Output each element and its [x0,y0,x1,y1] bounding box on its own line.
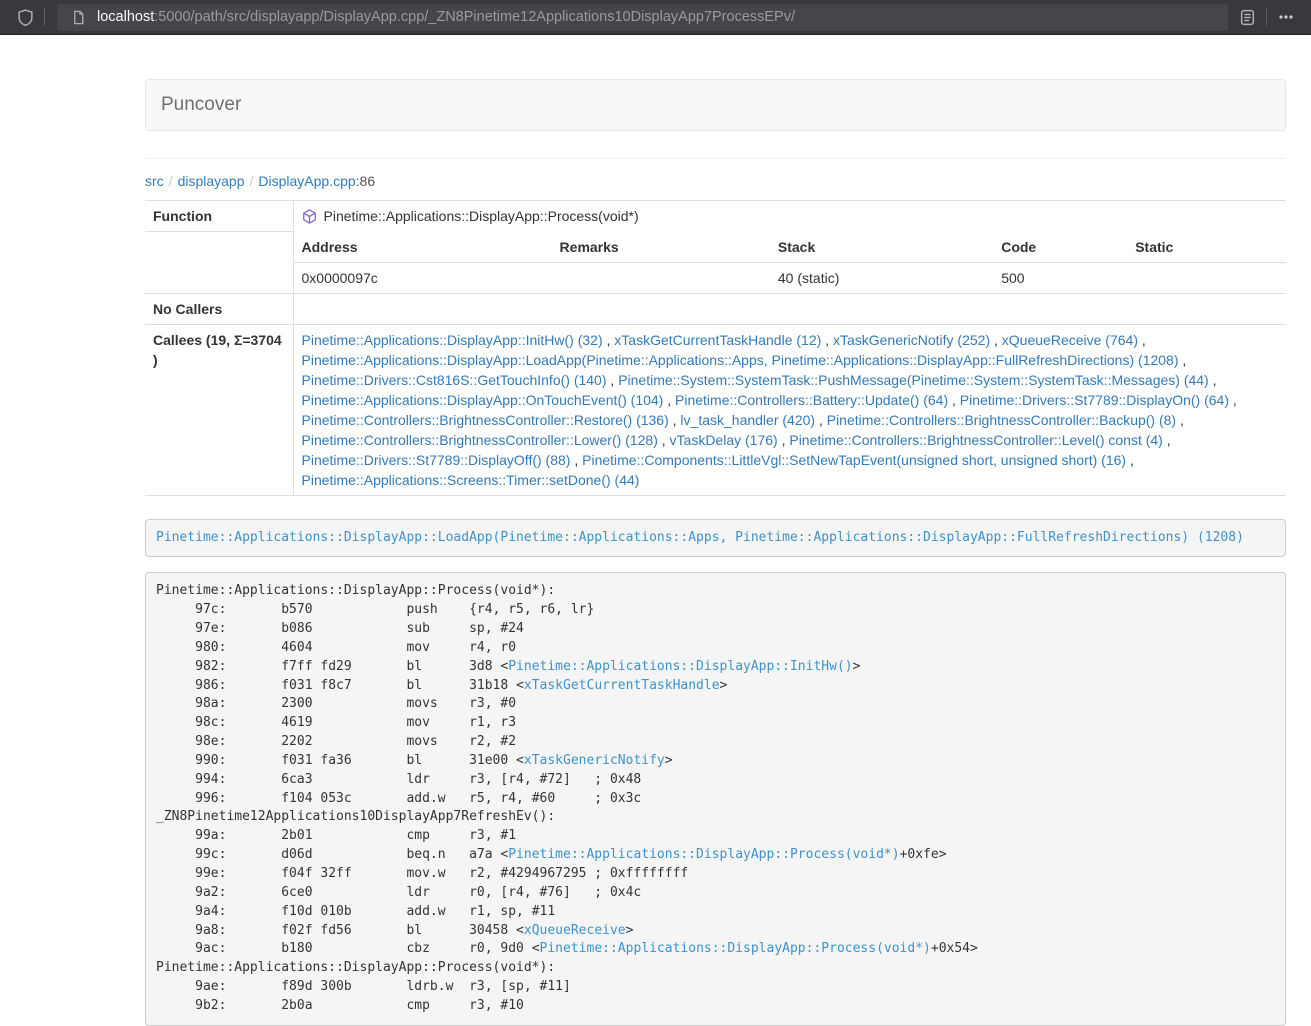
breadcrumb-line-number: :86 [356,173,375,189]
callee-link[interactable]: Pinetime::Applications::Screens::Timer::… [302,472,640,488]
metrics-label-empty [145,232,293,294]
function-label: Function [145,201,293,232]
divider-rule [145,158,1286,159]
metrics-cell: Address Remarks Stack Code Static 0x0000… [293,232,1286,294]
function-name: Pinetime::Applications::DisplayApp::Proc… [324,208,639,224]
no-callers-row: No Callers [145,293,1286,324]
callee-link[interactable]: Pinetime::Components::LittleVgl::SetNewT… [582,452,1126,468]
callee-link[interactable]: lv_task_handler (420) [680,412,815,428]
toolbar-divider-2 [1266,8,1267,26]
callee-separator: , [1138,332,1146,348]
breadcrumb-separator: / [164,173,178,189]
reader-mode-icon[interactable] [1234,4,1260,30]
breadcrumb: src/displayapp/DisplayApp.cpp:86 [145,173,1286,189]
metrics-row: Address Remarks Stack Code Static 0x0000… [145,232,1286,294]
callee-separator: , [990,332,1002,348]
remarks-value [552,262,770,293]
breadcrumb-src[interactable]: src [145,173,164,189]
callee-separator: , [821,332,833,348]
function-table: Function Pinetime::Applications::Display… [145,200,1286,496]
callee-link[interactable]: Pinetime::Drivers::St7789::DisplayOn() (… [960,392,1229,408]
callee-link[interactable]: xTaskGenericNotify (252) [833,332,990,348]
callee-separator: , [1176,412,1184,428]
callee-separator: , [1126,452,1134,468]
callee-separator: , [948,392,960,408]
assembly-symbol-link[interactable]: xQueueReceive [524,923,626,938]
page-container: Puncover src/displayapp/DisplayApp.cpp:8… [145,79,1286,1026]
assembly-code: Pinetime::Applications::DisplayApp::Proc… [145,572,1286,1025]
url-text: localhost:5000/path/src/displayapp/Displ… [97,9,795,25]
callee-separator: , [815,412,827,428]
url-path: :5000/path/src/displayapp/DisplayApp.cpp… [154,9,795,25]
brand-link[interactable]: Puncover [161,94,241,116]
address-value: 0x0000097c [294,262,552,293]
code-size-value: 500 [993,262,1127,293]
metrics-value-row: 0x0000097c 40 (static) 500 [294,262,1287,293]
callee-separator: , [658,432,670,448]
shield-icon[interactable] [12,4,38,30]
assembly-symbol-link[interactable]: Pinetime::Applications::DisplayApp::Proc… [540,941,931,956]
callee-link[interactable]: Pinetime::Applications::DisplayApp::Load… [302,352,1179,368]
callee-link[interactable]: vTaskDelay (176) [670,432,778,448]
static-value [1127,262,1286,293]
breadcrumb-separator: / [245,173,259,189]
callee-link[interactable]: Pinetime::Drivers::St7789::DisplayOff() … [302,452,571,468]
callee-link[interactable]: Pinetime::Controllers::BrightnessControl… [302,432,658,448]
function-row: Function Pinetime::Applications::Display… [145,201,1286,232]
callee-separator: , [1178,352,1186,368]
callee-link[interactable]: Pinetime::Controllers::BrightnessControl… [789,432,1162,448]
stack-value: 40 (static) [770,262,993,293]
toolbar-divider [44,8,45,26]
symbol-cube-icon [302,209,317,224]
callee-link[interactable]: Pinetime::Controllers::BrightnessControl… [827,412,1176,428]
callee-separator: , [607,372,619,388]
callees-label: Callees (19, Σ=3704 ) [145,324,293,495]
callee-link[interactable]: Pinetime::System::SystemTask::PushMessag… [618,372,1209,388]
metrics-table: Address Remarks Stack Code Static 0x0000… [294,232,1287,293]
assembly-symbol-link[interactable]: Pinetime::Applications::DisplayApp::Proc… [508,847,899,862]
callee-link[interactable]: xQueueReceive (764) [1002,332,1138,348]
callee-separator: , [1229,392,1237,408]
breadcrumb-file[interactable]: DisplayApp.cpp [258,173,355,189]
callees-cell: Pinetime::Applications::DisplayApp::Init… [293,324,1286,495]
col-header-stack: Stack [770,232,993,263]
url-bar[interactable]: localhost:5000/path/src/displayapp/Displ… [57,4,1228,31]
col-header-static: Static [1127,232,1286,263]
no-callers-cell [293,293,1286,324]
callee-link[interactable]: Pinetime::Applications::DisplayApp::Init… [302,332,603,348]
navbar: Puncover [145,79,1286,131]
callee-link[interactable]: Pinetime::Controllers::BrightnessControl… [302,412,669,428]
callee-separator: , [663,392,675,408]
callee-separator: , [1163,432,1171,448]
assembly-symbol-link[interactable]: xTaskGenericNotify [524,753,665,768]
browser-toolbar: localhost:5000/path/src/displayapp/Displ… [0,0,1311,35]
no-callers-label: No Callers [145,293,293,324]
loadapp-snippet-link[interactable]: Pinetime::Applications::DisplayApp::Load… [156,530,1244,545]
function-name-cell: Pinetime::Applications::DisplayApp::Proc… [293,201,1286,232]
callee-link[interactable]: xTaskGetCurrentTaskHandle (12) [614,332,821,348]
menu-ellipsis-icon[interactable] [1273,4,1299,30]
caller-snippet-block: Pinetime::Applications::DisplayApp::Load… [145,519,1286,558]
col-header-code: Code [993,232,1127,263]
assembly-symbol-link[interactable]: xTaskGetCurrentTaskHandle [524,678,720,693]
url-host: localhost [97,9,154,25]
callee-separator: , [669,412,681,428]
callee-separator: , [778,432,790,448]
callee-link[interactable]: Pinetime::Drivers::Cst816S::GetTouchInfo… [302,372,607,388]
callees-row: Callees (19, Σ=3704 ) Pinetime::Applicat… [145,324,1286,495]
callee-separator: , [570,452,582,468]
assembly-symbol-link[interactable]: Pinetime::Applications::DisplayApp::Init… [508,659,852,674]
page-info-icon[interactable] [65,4,91,30]
col-header-address: Address [294,232,552,263]
breadcrumb-displayapp[interactable]: displayapp [178,173,245,189]
callee-link[interactable]: Pinetime::Applications::DisplayApp::OnTo… [302,392,664,408]
callee-link[interactable]: Pinetime::Controllers::Battery::Update()… [675,392,948,408]
metrics-header-row: Address Remarks Stack Code Static [294,232,1287,263]
col-header-remarks: Remarks [552,232,770,263]
callee-separator: , [603,332,615,348]
callee-separator: , [1209,372,1217,388]
